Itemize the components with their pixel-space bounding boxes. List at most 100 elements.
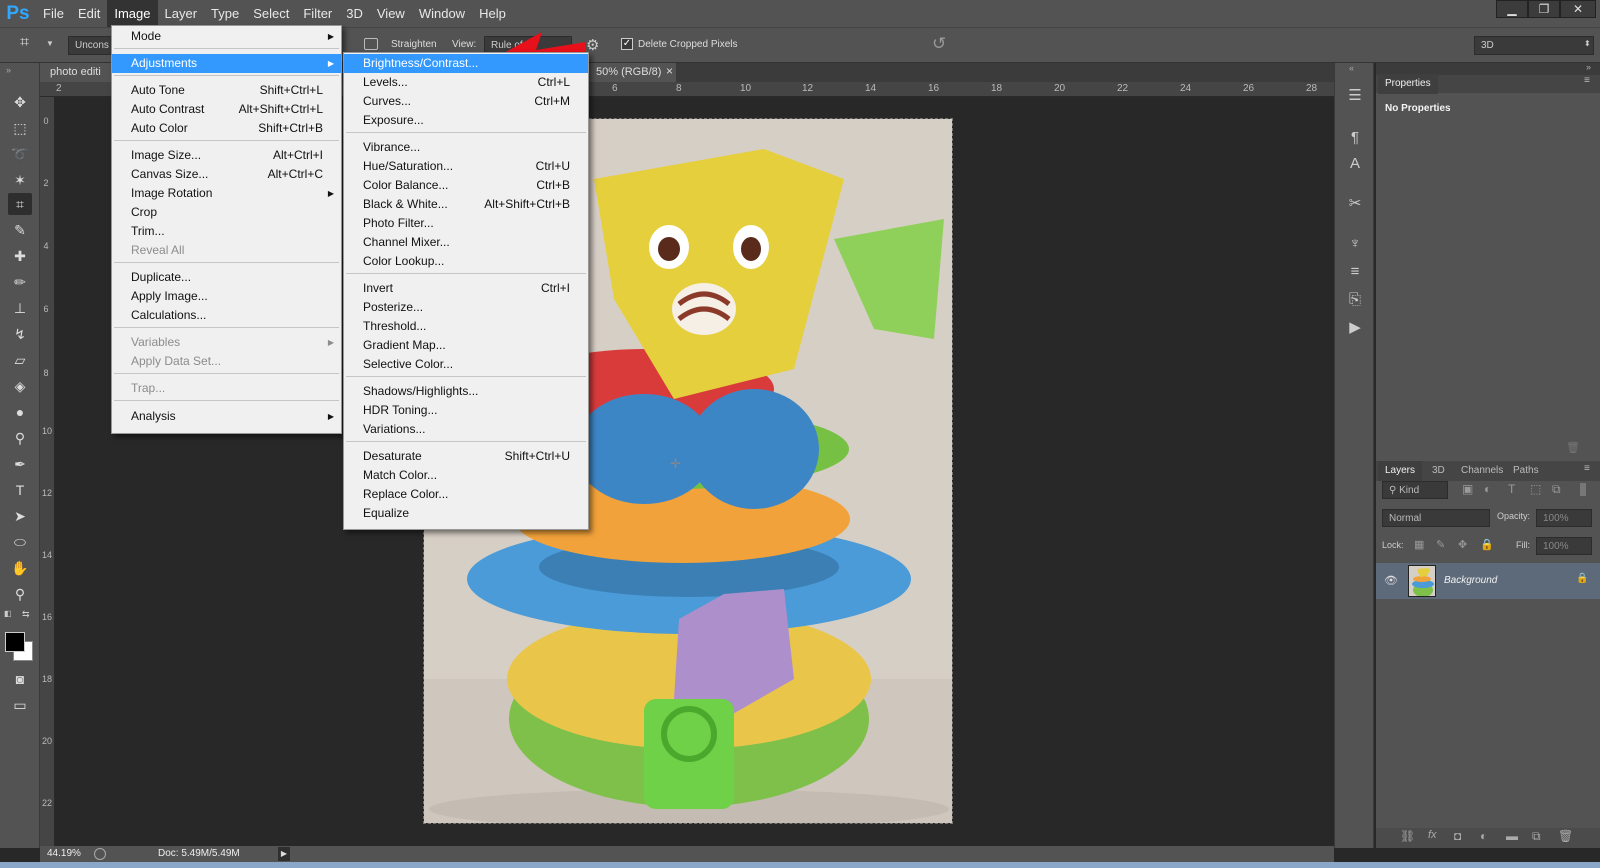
menu-view[interactable]: View [370, 0, 412, 27]
menu-edit[interactable]: Edit [71, 0, 107, 27]
menu-item-brightness-contrast[interactable]: Brightness/Contrast... [344, 54, 588, 73]
new-group-icon[interactable]: ▬ [1506, 829, 1518, 843]
tab-3d[interactable]: 3D [1425, 461, 1452, 481]
workspace-select[interactable]: 3D [1474, 36, 1594, 55]
fill-input[interactable]: 100% [1536, 537, 1592, 555]
minimize-button[interactable]: ▁ [1496, 0, 1528, 18]
filter-shape-icon[interactable]: ⬚ [1530, 482, 1541, 496]
menu-item-equalize[interactable]: Equalize [344, 504, 588, 523]
lock-all-icon[interactable]: 🔒 [1480, 538, 1494, 551]
quick-mask-icon[interactable]: ◙ [8, 668, 32, 690]
menu-item-channel-mixer[interactable]: Channel Mixer... [344, 233, 588, 252]
opacity-input[interactable]: 100% [1536, 509, 1592, 527]
close-window-button[interactable]: ✕ [1560, 0, 1596, 18]
menu-item-calculations[interactable]: Calculations... [112, 306, 341, 325]
menu-item-variations[interactable]: Variations... [344, 420, 588, 439]
zoom-tool-icon[interactable]: ⚲ [8, 583, 32, 605]
actions-play-icon[interactable]: ▶ [1344, 317, 1366, 339]
menu-item-image-rotation[interactable]: Image Rotation ▶ [112, 184, 341, 203]
magic-wand-tool-icon[interactable]: ✶ [8, 169, 32, 191]
adjustment-layer-icon[interactable]: ◐ [1480, 829, 1487, 843]
menu-item-selective-color[interactable]: Selective Color... [344, 355, 588, 374]
menu-item-hue-saturation[interactable]: Hue/Saturation... Ctrl+U [344, 157, 588, 176]
lock-pixels-icon[interactable]: ✎ [1436, 538, 1445, 551]
filter-pixel-icon[interactable]: ▣ [1462, 482, 1473, 496]
menu-item-analysis[interactable]: Analysis ▶ [112, 407, 341, 426]
link-layers-icon[interactable]: ⛓ [1400, 829, 1415, 843]
straighten-label[interactable]: Straighten [391, 39, 437, 50]
status-options-icon[interactable] [94, 848, 106, 860]
lasso-tool-icon[interactable]: ➰ [8, 143, 32, 165]
menu-item-canvas-size[interactable]: Canvas Size... Alt+Ctrl+C [112, 165, 341, 184]
brush-panel-icon[interactable]: ♆ [1344, 233, 1366, 255]
pen-tool-icon[interactable]: ✒ [8, 453, 32, 475]
history-brush-tool-icon[interactable]: ↯ [8, 323, 32, 345]
menu-select[interactable]: Select [246, 0, 296, 27]
menu-item-match-color[interactable]: Match Color... [344, 466, 588, 485]
lock-transparency-icon[interactable]: ▦ [1414, 538, 1424, 551]
crop-tool-selected-icon[interactable]: ⌗ [8, 193, 32, 215]
menu-item-gradient-map[interactable]: Gradient Map... [344, 336, 588, 355]
menu-file[interactable]: File [36, 0, 71, 27]
filter-type-icon[interactable]: T [1508, 482, 1515, 496]
clone-stamp-tool-icon[interactable]: ⊥ [8, 297, 32, 319]
menu-item-image-size[interactable]: Image Size... Alt+Ctrl+I [112, 146, 341, 165]
delete-cropped-label[interactable]: Delete Cropped Pixels [638, 39, 738, 50]
reset-icon[interactable]: ↺ [932, 34, 946, 54]
menu-layer[interactable]: Layer [158, 0, 205, 27]
tool-presets-icon[interactable]: ✂ [1344, 193, 1366, 215]
move-tool-icon[interactable]: ✥ [8, 91, 32, 113]
add-mask-icon[interactable]: ◘ [1454, 829, 1461, 843]
type-tool-icon[interactable]: T [8, 479, 32, 501]
menu-item-auto-color[interactable]: Auto Color Shift+Ctrl+B [112, 119, 341, 138]
menu-image[interactable]: Image [107, 0, 158, 27]
brush-tool-icon[interactable]: ✏ [8, 271, 32, 293]
menu-item-adjustments[interactable]: Adjustments ▶ [112, 54, 341, 73]
straighten-icon[interactable] [364, 38, 378, 50]
tab-close-icon[interactable]: × [666, 64, 673, 78]
blend-mode-select[interactable]: Normal [1382, 509, 1490, 527]
healing-brush-tool-icon[interactable]: ✚ [8, 245, 32, 267]
history-panel-icon[interactable]: ☰ [1344, 85, 1366, 107]
menu-item-color-balance[interactable]: Color Balance... Ctrl+B [344, 176, 588, 195]
tab-paths[interactable]: Paths [1506, 461, 1546, 481]
menu-item-levels[interactable]: Levels... Ctrl+L [344, 73, 588, 92]
delete-cropped-checkbox[interactable]: ✓ [621, 38, 633, 50]
menu-item-mode[interactable]: Mode ▶ [112, 27, 341, 46]
menu-3d[interactable]: 3D [339, 0, 370, 27]
filter-adjustment-icon[interactable]: ◐ [1484, 482, 1491, 496]
restore-button[interactable]: ❐ [1528, 0, 1560, 18]
filter-smart-object-icon[interactable]: ⧉ [1552, 482, 1561, 497]
default-colors-icon[interactable]: ◧ [4, 609, 12, 618]
marquee-tool-icon[interactable]: ⬚ [8, 117, 32, 139]
collapse-dock-icon[interactable]: « [1349, 63, 1354, 73]
filter-toggle-icon[interactable] [1580, 483, 1586, 496]
ellipse-tool-icon[interactable]: ⬭ [8, 531, 32, 553]
layers-menu-icon[interactable]: ≡ [1584, 463, 1590, 474]
menu-item-desaturate[interactable]: Desaturate Shift+Ctrl+U [344, 447, 588, 466]
menu-item-hdr-toning[interactable]: HDR Toning... [344, 401, 588, 420]
menu-item-auto-contrast[interactable]: Auto Contrast Alt+Shift+Ctrl+L [112, 100, 341, 119]
collapse-panels-icon[interactable]: » [1586, 62, 1591, 72]
lock-position-icon[interactable]: ✥ [1458, 538, 1467, 551]
layer-name[interactable]: Background [1444, 575, 1497, 586]
menu-item-invert[interactable]: Invert Ctrl+I [344, 279, 588, 298]
layer-style-icon[interactable]: fx [1428, 829, 1437, 841]
eraser-tool-icon[interactable]: ▱ [8, 349, 32, 371]
menu-item-apply-image[interactable]: Apply Image... [112, 287, 341, 306]
layer-filter-kind-select[interactable]: ⚲ Kind [1382, 481, 1448, 499]
menu-window[interactable]: Window [412, 0, 472, 27]
swap-colors-icon[interactable]: ⇆ [22, 609, 30, 620]
document-tab-title[interactable]: 50% (RGB/8) [586, 63, 676, 82]
crop-tool-icon[interactable]: ⌗ [20, 34, 42, 56]
foreground-color-swatch[interactable] [5, 632, 25, 652]
tool-preset-chevron-icon[interactable]: ▼ [46, 39, 54, 48]
delete-layer-icon[interactable]: 🗑 [1558, 829, 1573, 843]
menu-item-photo-filter[interactable]: Photo Filter... [344, 214, 588, 233]
menu-item-auto-tone[interactable]: Auto Tone Shift+Ctrl+L [112, 81, 341, 100]
menu-item-threshold[interactable]: Threshold... [344, 317, 588, 336]
blur-tool-icon[interactable]: ● [8, 401, 32, 423]
path-selection-tool-icon[interactable]: ➤ [8, 505, 32, 527]
brush-presets-icon[interactable]: ≡ [1344, 261, 1366, 283]
clone-source-icon[interactable]: ⎘ [1344, 289, 1366, 311]
